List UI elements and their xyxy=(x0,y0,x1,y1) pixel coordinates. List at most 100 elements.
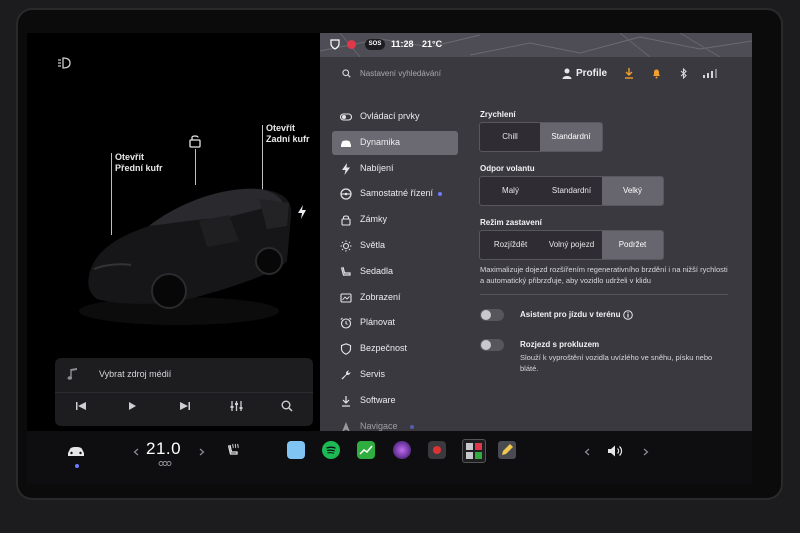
nav-item-charging[interactable]: Nabíjení xyxy=(332,157,458,181)
nav-label: Světla xyxy=(360,239,386,250)
bottom-dock: 21.0 xyxy=(27,431,752,484)
lock-leader xyxy=(195,149,196,185)
section-divider xyxy=(480,294,728,295)
nav-label: Navigace xyxy=(360,420,398,431)
car-icon xyxy=(341,140,351,147)
steering-option-standard[interactable]: Standardní xyxy=(541,177,602,205)
bell-icon[interactable] xyxy=(652,68,661,79)
recent-apps-icon[interactable] xyxy=(462,439,486,463)
nav-item-controls[interactable]: Ovládací prvky xyxy=(332,105,458,129)
car-panel: Otevřít Přední kufr Otevřít Zadní kufr V… xyxy=(27,33,320,431)
download-icon[interactable] xyxy=(624,68,634,79)
nav-item-dynamics[interactable]: Dynamika xyxy=(332,130,458,155)
app-grid-tile xyxy=(466,452,473,459)
shield-icon xyxy=(340,343,352,355)
profile-icon[interactable] xyxy=(562,68,572,79)
profile-label[interactable]: Profile xyxy=(576,68,607,79)
slip-start-toggle[interactable] xyxy=(480,339,504,351)
bluetooth-icon[interactable] xyxy=(680,68,687,79)
nav-item-service[interactable]: Servis xyxy=(332,363,458,387)
toybox-app-icon[interactable] xyxy=(287,441,305,459)
sos-badge[interactable]: SOS xyxy=(365,39,385,50)
lte-signal-icon xyxy=(703,69,717,78)
slip-start-label: Rozjezd s prokluzem xyxy=(520,340,600,349)
outside-temp-text: 21°C xyxy=(422,39,443,49)
download-icon xyxy=(342,395,350,407)
offroad-assist-label: Asistent pro jízdu v terénu xyxy=(520,310,621,319)
settings-nav: Ovládací prvky Dynamika Nabíjení Samosta… xyxy=(332,105,458,431)
speaker-icon[interactable] xyxy=(607,444,624,458)
fan-icon[interactable] xyxy=(158,460,172,467)
camera-app-icon[interactable] xyxy=(393,441,411,459)
play-icon[interactable] xyxy=(127,401,137,411)
nav-item-lights[interactable]: Světla xyxy=(332,234,458,258)
equalizer-icon[interactable] xyxy=(230,400,243,412)
cabin-temperature[interactable]: 21.0 xyxy=(146,439,181,459)
spotify-waves-icon xyxy=(326,446,336,454)
nav-label: Software xyxy=(360,394,396,405)
nav-item-schedule[interactable]: Plánovat xyxy=(332,311,458,335)
app-grid-tile xyxy=(466,443,473,450)
nav-label: Bezpečnost xyxy=(360,343,408,354)
map-preview-strip[interactable]: SOS 11:28 21°C xyxy=(320,33,752,57)
search-icon[interactable] xyxy=(342,69,351,78)
acceleration-option-standard[interactable]: Standardní xyxy=(540,123,602,151)
touchscreen: Otevřít Přední kufr Otevřít Zadní kufr V… xyxy=(27,33,752,484)
offroad-assist-toggle[interactable] xyxy=(480,309,504,321)
settings-search-input[interactable]: Nastavení vyhledávání xyxy=(360,69,441,78)
pencil-icon xyxy=(502,444,513,455)
record-dot-icon xyxy=(433,446,441,454)
nav-item-safety[interactable]: Bezpečnost xyxy=(332,337,458,361)
nav-item-navigation[interactable]: Navigace xyxy=(332,415,458,431)
steering-wheel-icon xyxy=(340,188,352,200)
recording-indicator-icon[interactable] xyxy=(347,40,356,49)
stopping-option-hold[interactable]: Podržet xyxy=(602,231,663,259)
volume-up-chevron-icon[interactable] xyxy=(643,448,649,456)
stocks-app-icon[interactable] xyxy=(357,441,375,459)
chevron-right-icon[interactable] xyxy=(199,448,205,456)
nav-item-autopilot[interactable]: Samostatné řízení xyxy=(332,182,458,206)
stopping-mode-segmented-control: Rozjíždět Volný pojezd Podržet xyxy=(479,230,664,260)
volume-down-chevron-icon[interactable] xyxy=(584,448,590,456)
rear-trunk-label[interactable]: Otevřít Zadní kufr xyxy=(266,123,310,145)
nav-item-seats[interactable]: Sedadla xyxy=(332,260,458,284)
acceleration-title: Zrychlení xyxy=(480,110,516,119)
dashcam-app-icon[interactable] xyxy=(428,441,446,459)
nav-item-software[interactable]: Software xyxy=(332,389,458,413)
car-controls-icon[interactable] xyxy=(67,445,85,457)
front-trunk-label[interactable]: Otevřít Přední kufr xyxy=(115,152,163,174)
display-icon xyxy=(340,293,352,303)
stopping-mode-description: Maximalizuje dojezd rozšířením regenerat… xyxy=(480,265,728,285)
headlight-icon[interactable] xyxy=(57,57,73,69)
unlock-icon[interactable] xyxy=(189,134,201,148)
previous-track-icon[interactable] xyxy=(75,401,87,411)
car-illustration xyxy=(79,188,292,325)
media-source-row[interactable]: Vybrat zdroj médií xyxy=(55,358,313,393)
spotify-app-icon[interactable] xyxy=(322,441,340,459)
steering-title: Odpor volantu xyxy=(480,164,535,173)
stopping-option-creep[interactable]: Rozjíždět xyxy=(480,231,541,259)
stopping-mode-title: Režim zastavení xyxy=(480,218,542,227)
toggle-knob xyxy=(481,340,491,350)
seat-icon xyxy=(340,266,351,276)
nav-item-locks[interactable]: Zámky xyxy=(332,208,458,232)
active-indicator-dot xyxy=(75,464,79,468)
steering-segmented-control: Malý Standardní Velký xyxy=(479,176,664,206)
search-icon[interactable] xyxy=(281,400,293,412)
slip-start-description: Slouží k vyproštění vozidla uvízlého ve … xyxy=(520,353,713,373)
info-icon[interactable] xyxy=(623,310,633,320)
next-track-icon[interactable] xyxy=(179,401,191,411)
acceleration-option-chill[interactable]: Chill xyxy=(480,123,540,151)
nav-label: Plánovat xyxy=(360,317,396,328)
steering-option-light[interactable]: Malý xyxy=(480,177,541,205)
seat-heater-icon[interactable] xyxy=(226,443,240,459)
navigation-icon xyxy=(342,421,350,431)
media-source-label: Vybrat zdroj médií xyxy=(99,369,172,379)
steering-option-heavy[interactable]: Velký xyxy=(602,177,663,205)
lock-icon xyxy=(341,215,351,226)
nav-label: Samostatné řízení xyxy=(360,188,434,199)
nav-item-display[interactable]: Zobrazení xyxy=(332,286,458,310)
stopping-option-roll[interactable]: Volný pojezd xyxy=(541,231,602,259)
chevron-left-icon[interactable] xyxy=(133,448,139,456)
sketchpad-app-icon[interactable] xyxy=(498,441,516,459)
